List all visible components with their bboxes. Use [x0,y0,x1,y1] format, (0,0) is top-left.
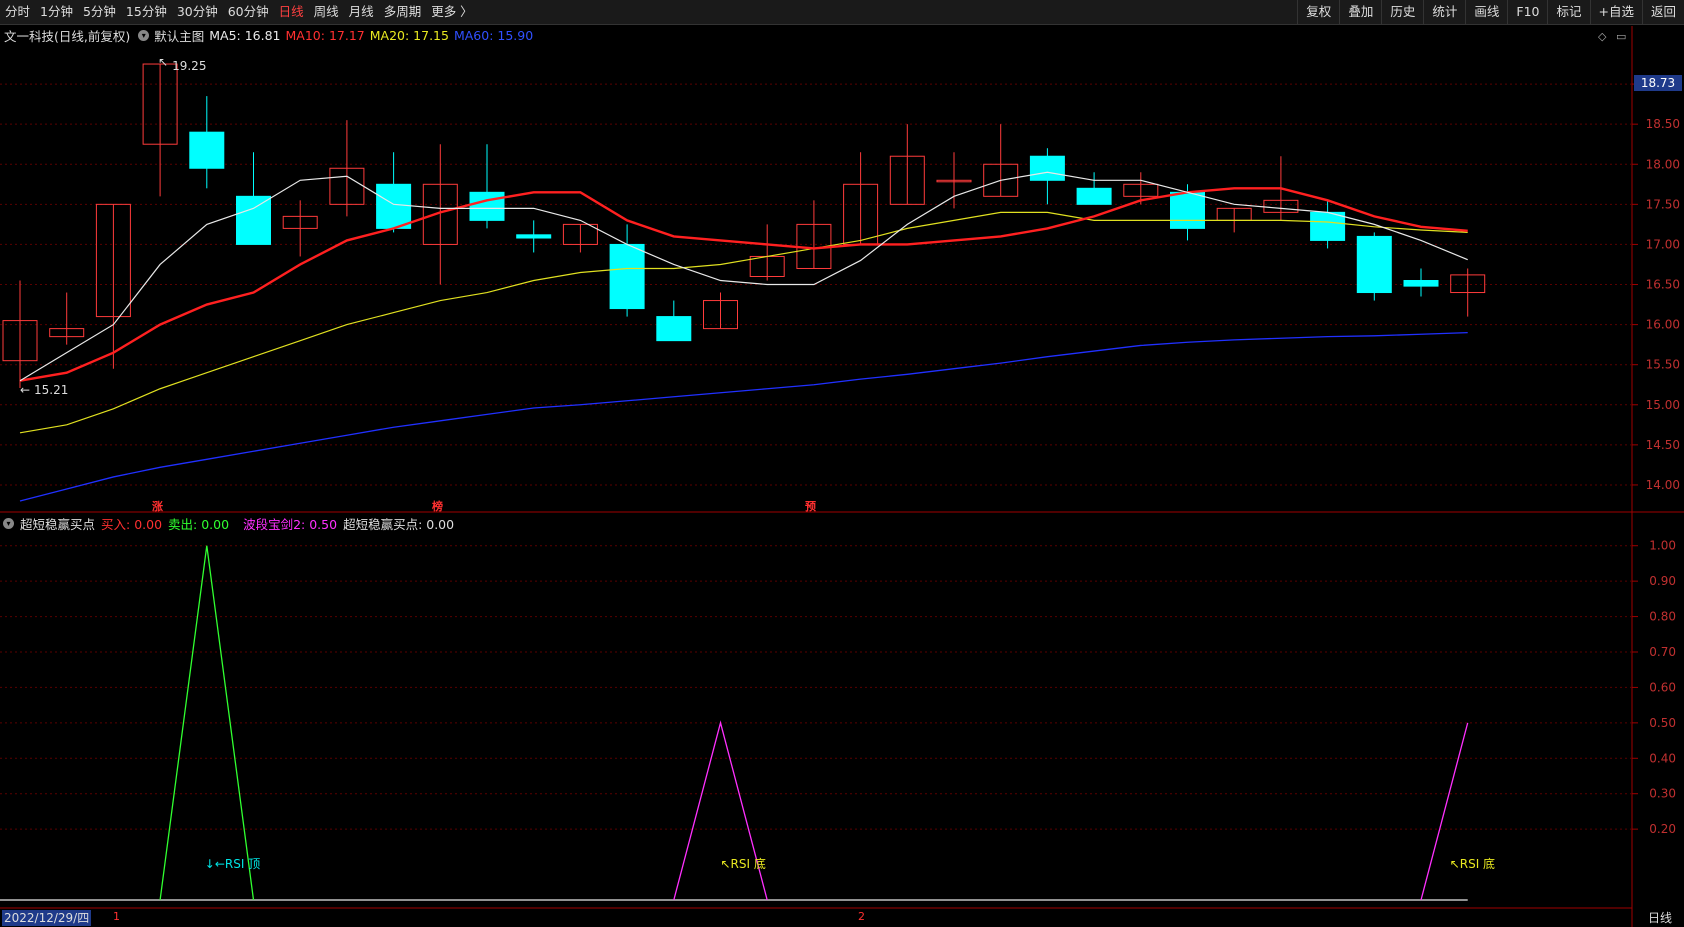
candle-body-down [1076,187,1112,205]
main-axis-label: 14.00 [1646,478,1680,492]
period-switch-button[interactable]: 日线 [1648,910,1672,926]
high-arrow: ↖ [158,55,168,69]
diamond-icon: ◇ [1598,30,1607,43]
candle-body-down [516,234,552,239]
candle-body-down [609,243,645,310]
main-axis-label: 18.00 [1646,157,1680,171]
ma60-line [19,331,1468,502]
main-axis-label: 14.50 [1646,438,1680,452]
candle-body-down [236,195,271,245]
candle-body-down [656,316,692,342]
candle-body-down [1310,211,1346,241]
sub-axis-label: 0.90 [1649,574,1676,588]
candle-body-down [189,131,225,169]
kline-chart[interactable]: 19.0018.5018.0017.5017.0016.5016.0015.50… [0,0,1684,927]
month-mark-2: 2 [858,910,865,923]
sub-axis-label: 0.50 [1649,716,1676,730]
chip-yu[interactable]: 预 [805,498,816,514]
sub-axis-label: 1.00 [1649,539,1676,553]
candle-body-down [376,183,412,229]
candle-body-down [1403,280,1439,287]
main-axis-label: 18.50 [1646,117,1680,131]
main-axis-label: 17.00 [1646,237,1680,251]
sub-axis-label: 0.30 [1649,787,1676,801]
sub-axis-label: 0.60 [1649,680,1676,694]
ma20-line [19,211,1468,434]
rsi-bottom-label-1: ↖RSI 底 [721,856,766,871]
sub-axis-label: 0.70 [1649,645,1676,659]
chip-bang[interactable]: 榜 [432,498,443,514]
square-icon: ▭ [1616,30,1626,43]
main-axis-label: 15.50 [1646,358,1680,372]
sub-axis-label: 0.80 [1649,610,1676,624]
main-axis-label: 16.50 [1646,278,1680,292]
main-axis-label: 17.50 [1646,197,1680,211]
chip-zhang[interactable]: 涨 [152,498,163,514]
low-price-marker: 15.21 [34,383,68,397]
sub-axis-label: 0.20 [1649,822,1676,836]
cursor-date: 2022/12/29/四 [2,910,92,926]
sub-axis-label: 0.40 [1649,751,1676,765]
time-axis: 2022/12/29/四 1 2 日线 [0,909,1684,927]
rsi-top-label: ↓←RSI 顶 [205,857,260,871]
current-price-tag: 18.73 [1634,75,1682,91]
sword-signal-line [673,720,768,901]
candle-body-down [1029,155,1065,181]
high-price-marker: 19.25 [172,59,206,73]
candle-body-down [1170,191,1205,229]
sword-signal-line [1420,722,1469,901]
low-arrow: ← [20,383,30,397]
rsi-bottom-label-2: ↖RSI 底 [1450,856,1495,871]
candle-body-down [469,191,505,221]
month-mark-1: 1 [113,910,120,923]
main-axis-label: 15.00 [1646,398,1680,412]
main-axis-label: 16.00 [1646,318,1680,332]
candle-body-down [1356,235,1392,294]
